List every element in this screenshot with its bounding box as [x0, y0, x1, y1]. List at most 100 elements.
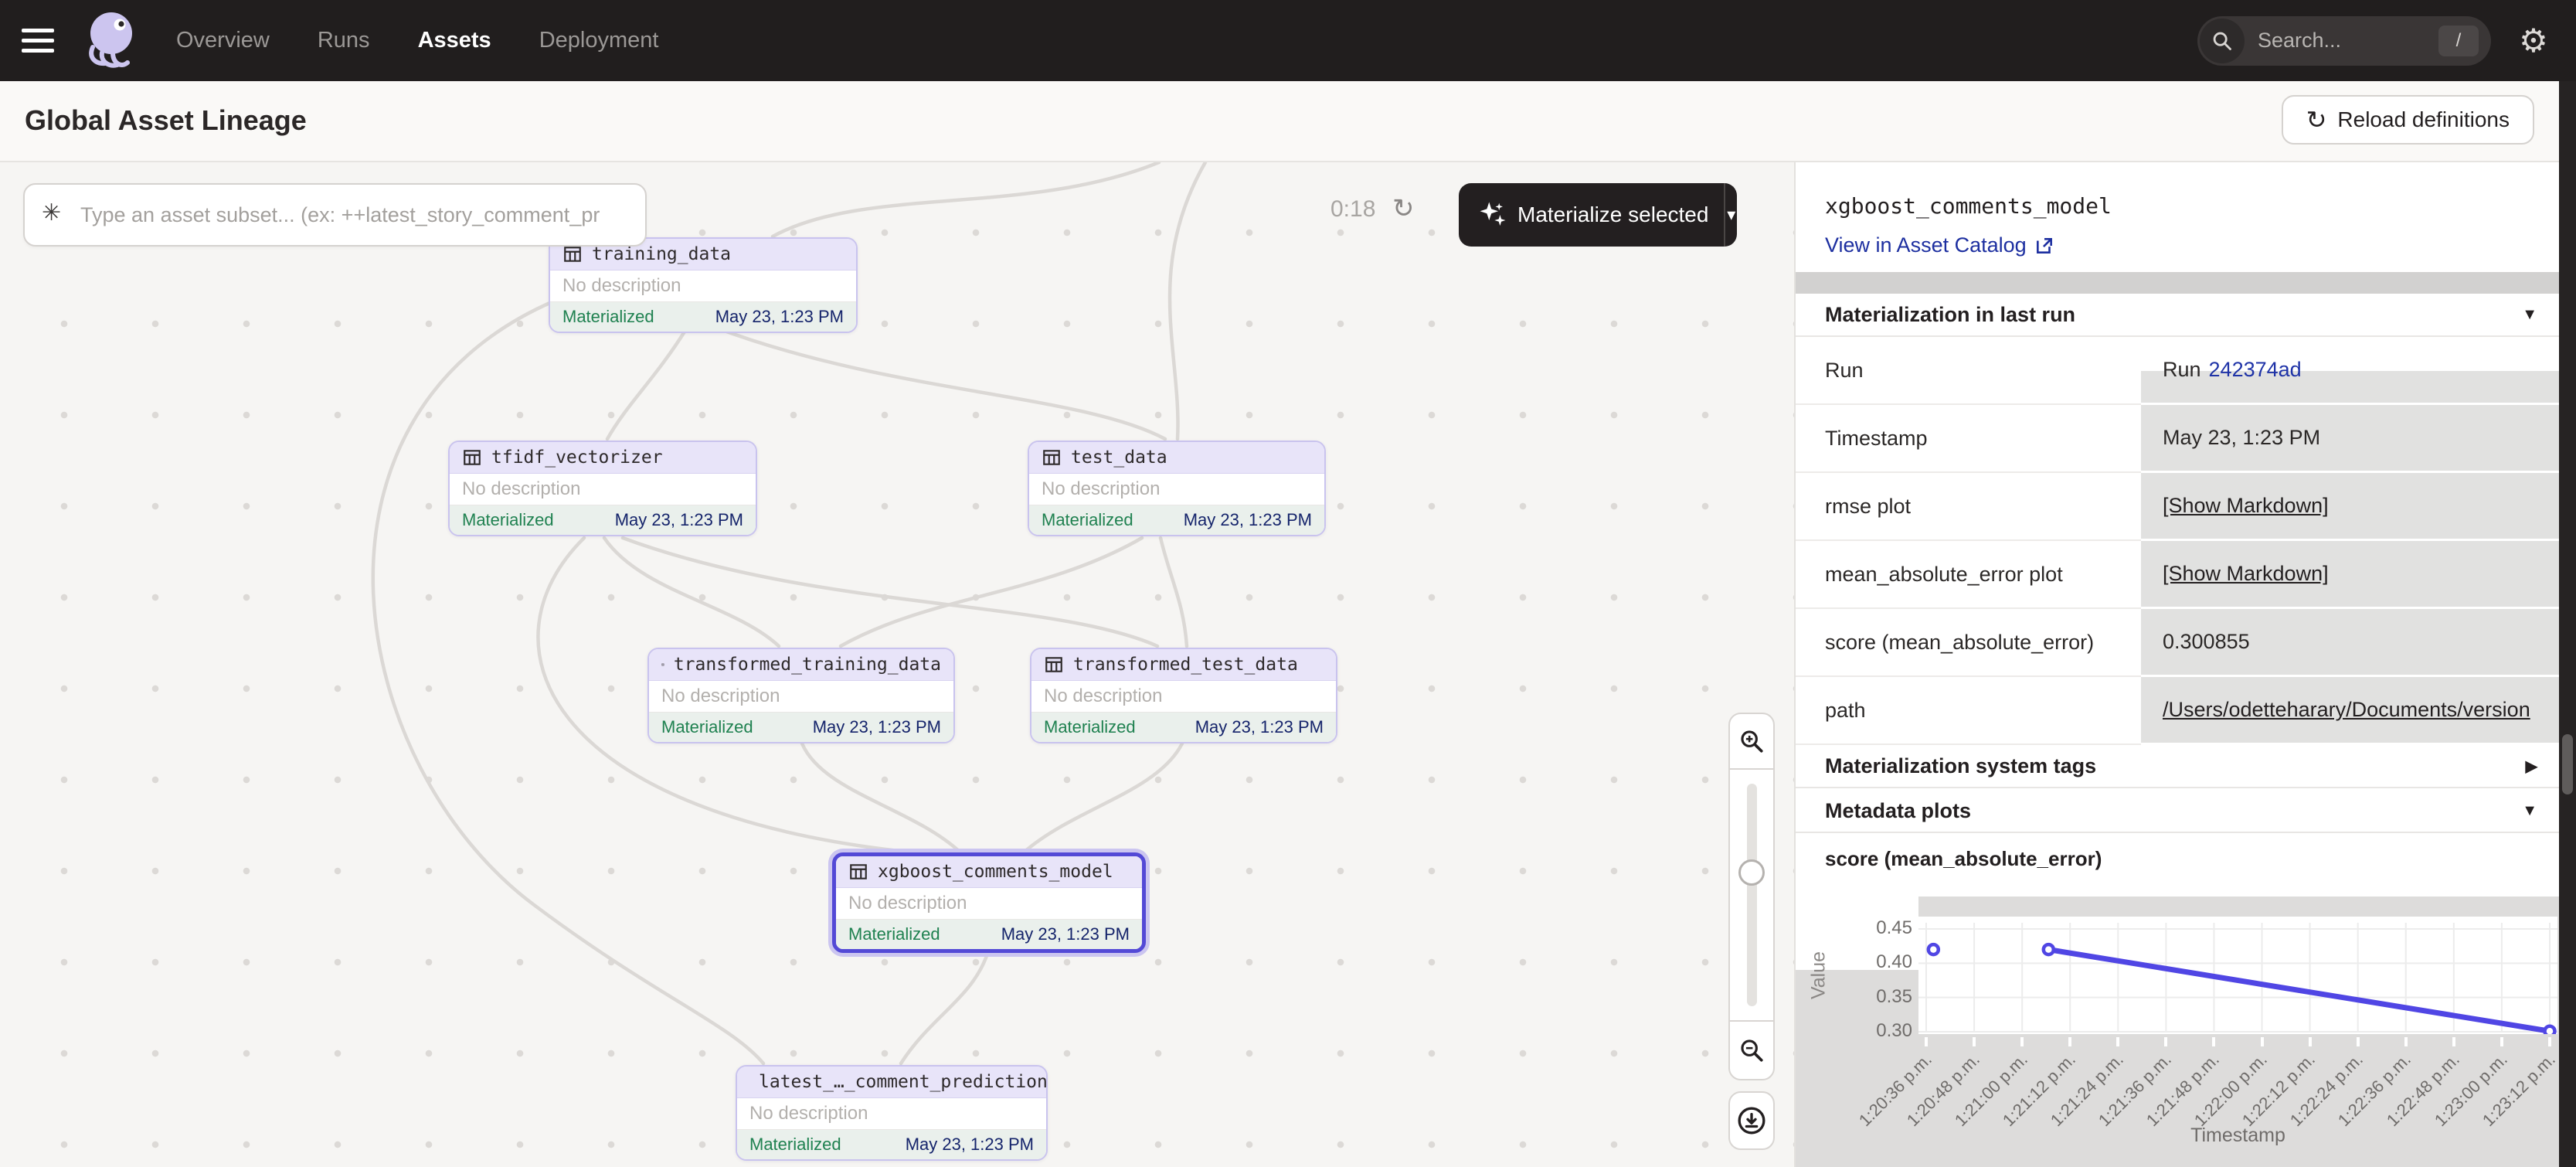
asset-node-transformed-test-data[interactable]: transformed_test_data No description Mat…: [1030, 648, 1337, 743]
asset-node-xgboost-comments-model[interactable]: xgboost_comments_model No description Ma…: [832, 852, 1146, 953]
chart-canvas: [1918, 917, 2557, 1034]
external-link-icon: [2034, 236, 2054, 256]
row-label: mean_absolute_error plot: [1796, 541, 2141, 609]
materialization-date: May 23, 1:23 PM: [715, 307, 844, 327]
data-point: [1929, 944, 1939, 954]
x-tick-mark: [2404, 1037, 2408, 1046]
y-tick-label: 0.35: [1854, 986, 1912, 1008]
x-tick-mark: [2068, 1037, 2071, 1046]
row-label: path: [1796, 677, 2141, 745]
refresh-icon[interactable]: ↻: [1392, 193, 1415, 224]
section-materialization-system-tags[interactable]: Materialization system tags ▶: [1796, 745, 2561, 788]
table-row: score (mean_absolute_error) 0.300855: [1796, 609, 2561, 677]
zoom-in-button[interactable]: [1730, 714, 1773, 770]
x-tick-mark: [1925, 1037, 1928, 1046]
asset-node-transformed-training-data[interactable]: transformed_training_data No description…: [647, 648, 955, 743]
table-row: mean_absolute_error plot [Show Markdown]: [1796, 541, 2561, 609]
y-tick-label: 0.40: [1854, 951, 1912, 973]
node-description: No description: [1031, 681, 1336, 713]
download-icon: [1736, 1105, 1767, 1136]
reload-definitions-button[interactable]: ↻ Reload definitions: [2282, 95, 2534, 145]
asset-node-test-data[interactable]: test_data No description MaterializedMay…: [1028, 441, 1326, 536]
zoom-slider[interactable]: [1730, 770, 1773, 1020]
zoom-out-button[interactable]: [1730, 1020, 1773, 1079]
dagster-logo[interactable]: [77, 9, 142, 73]
node-description: No description: [836, 888, 1142, 920]
show-markdown-link[interactable]: [Show Markdown]: [2163, 562, 2329, 586]
asset-node-tfidf-vectorizer[interactable]: tfidf_vectorizer No description Material…: [448, 441, 757, 536]
table-icon: [661, 655, 664, 675]
materialization-date: May 23, 1:23 PM: [1195, 717, 1324, 737]
section-metadata-plots[interactable]: Metadata plots ▼: [1796, 790, 2561, 833]
status-badge: Materialized: [749, 1135, 841, 1155]
zoom-slider-thumb[interactable]: [1738, 859, 1765, 886]
reload-icon: ↻: [2306, 107, 2327, 132]
x-tick-mark: [2164, 1037, 2167, 1046]
download-graph-button[interactable]: [1728, 1091, 1775, 1150]
row-value: Run 242374ad: [2141, 337, 2561, 405]
last-run-metadata-table: Run Run 242374ad Timestamp May 23, 1:23 …: [1796, 337, 2561, 745]
panel-horizontal-scrollbar[interactable]: [1796, 272, 2561, 294]
status-badge: Materialized: [562, 307, 654, 327]
table-row: Run Run 242374ad: [1796, 337, 2561, 405]
node-description: No description: [1029, 474, 1324, 505]
view-in-asset-catalog-link[interactable]: View in Asset Catalog: [1825, 233, 2054, 257]
score-line-chart: Value 0.450.400.350.30 1:20:36 p.m.1:20:…: [1796, 897, 2561, 1167]
node-description: No description: [649, 681, 953, 713]
hamburger-menu-icon[interactable]: [22, 26, 57, 56]
global-search[interactable]: /: [2197, 16, 2491, 66]
settings-gear-icon[interactable]: ⚙: [2491, 0, 2576, 81]
asset-node-training-data[interactable]: training_data No description Materialize…: [549, 237, 858, 333]
data-point: [2545, 1026, 2555, 1034]
zoom-slider-track[interactable]: [1747, 784, 1757, 1006]
table-row: rmse plot [Show Markdown]: [1796, 473, 2561, 541]
search-input[interactable]: [2258, 16, 2420, 66]
plot-area: [1918, 917, 2557, 1034]
section-materialization-in-last-run[interactable]: Materialization in last run ▼: [1796, 294, 2561, 337]
x-tick-mark: [2212, 1037, 2215, 1046]
sparkle-icon: [1477, 199, 1508, 230]
status-badge: Materialized: [848, 924, 940, 944]
x-tick-mark: [2357, 1037, 2360, 1046]
status-badge: Materialized: [1044, 717, 1136, 737]
row-value: [Show Markdown]: [2141, 541, 2561, 609]
run-id-link[interactable]: 242374ad: [2209, 358, 2302, 382]
asset-node-latest-comment-predictions[interactable]: latest_…_comment_predictions No descript…: [736, 1065, 1048, 1161]
dagster-app: Overview Runs Assets Deployment / ⚙ Glob…: [0, 0, 2576, 1167]
y-tick-label: 0.30: [1854, 1020, 1912, 1042]
status-badge: Materialized: [462, 510, 554, 530]
refresh-timer: 0:18: [1330, 196, 1375, 223]
nav-item-assets[interactable]: Assets: [418, 28, 491, 53]
page-header: Global Asset Lineage ↻ Reload definition…: [0, 81, 2576, 162]
node-description: No description: [550, 270, 856, 302]
asset-subset-input[interactable]: [23, 183, 647, 247]
x-tick-mark: [2309, 1037, 2312, 1046]
x-axis-title: Timestamp: [1918, 1124, 2557, 1147]
materialization-date: May 23, 1:23 PM: [906, 1135, 1034, 1155]
data-point: [2044, 944, 2054, 954]
nav-items: Overview Runs Assets Deployment: [176, 28, 658, 53]
x-tick-mark: [2452, 1037, 2455, 1046]
row-value: 0.300855: [2141, 609, 2561, 677]
nav-item-runs[interactable]: Runs: [318, 28, 370, 53]
row-label: rmse plot: [1796, 473, 2141, 541]
node-description: No description: [737, 1098, 1046, 1130]
page-title: Global Asset Lineage: [25, 104, 307, 137]
search-shortcut-badge: /: [2438, 26, 2479, 56]
table-icon: [1042, 447, 1062, 468]
show-markdown-link[interactable]: [Show Markdown]: [2163, 494, 2329, 518]
table-row: Timestamp May 23, 1:23 PM: [1796, 405, 2561, 473]
x-tick-mark: [2500, 1037, 2503, 1046]
materialize-selected-button[interactable]: Materialize selected ▾: [1459, 183, 1737, 247]
status-badge: Materialized: [1042, 510, 1133, 530]
materialize-dropdown-caret[interactable]: ▾: [1725, 205, 1737, 225]
nav-item-deployment[interactable]: Deployment: [539, 28, 659, 53]
x-tick-mark: [2020, 1037, 2024, 1046]
window-edge-scrollbar: [2559, 81, 2576, 1167]
path-link[interactable]: /Users/odetteharary/Documents/version: [2163, 698, 2530, 722]
vertical-scrollbar-thumb[interactable]: [2562, 734, 2573, 794]
nav-item-overview[interactable]: Overview: [176, 28, 270, 53]
y-axis-title: Value: [1808, 951, 1830, 999]
y-tick-label: 0.45: [1854, 917, 1912, 939]
materialization-date: May 23, 1:23 PM: [813, 717, 941, 737]
